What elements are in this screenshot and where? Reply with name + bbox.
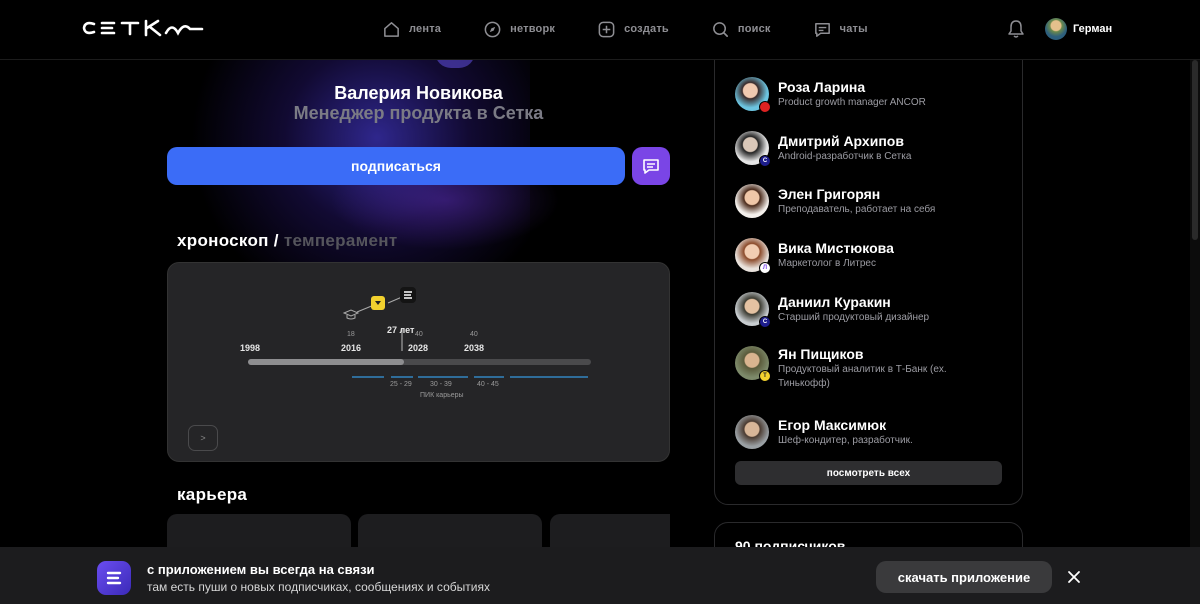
nav-search-label: поиск	[737, 23, 771, 35]
company-badge-icon	[759, 101, 771, 113]
person-item[interactable]: С Дмитрий Архипов Android-разработчик в …	[735, 131, 1005, 167]
user-avatar	[1045, 18, 1067, 40]
chronoscope-next-button[interactable]: >	[188, 425, 218, 451]
download-app-button[interactable]: скачать приложение	[876, 561, 1052, 593]
person-avatar: С	[735, 131, 771, 167]
connector-line	[387, 296, 403, 304]
see-all-button[interactable]: посмотреть всех	[735, 461, 1002, 485]
nav-network-label: нетворк	[510, 23, 556, 35]
person-item[interactable]: Егор Максимюк Шеф-кондитер, разработчик.	[735, 415, 1005, 449]
range-label: 40 - 45	[477, 381, 499, 388]
app-icon	[97, 561, 131, 595]
current-age-label: 27 лет	[387, 325, 415, 335]
recommended-people-panel: Роза Ларина Product growth manager ANCOR…	[714, 45, 1023, 505]
top-bar: лента нетворк создать поиск чаты Герман	[0, 0, 1200, 60]
bell-icon[interactable]	[1007, 19, 1025, 39]
person-description-continued: Тинькофф)	[778, 378, 830, 389]
nav-search[interactable]: поиск	[711, 18, 771, 40]
app-promo-banner: с приложением вы всегда на связи там ест…	[0, 547, 1200, 604]
age-label: 40	[415, 331, 423, 338]
chronoscope-title-tab[interactable]: темперамент	[284, 231, 398, 250]
profile-role: Менеджер продукта в Сетка	[293, 103, 544, 123]
person-description: Преподаватель, работает на себя	[778, 203, 936, 215]
nav-network[interactable]: нетворк	[483, 18, 555, 40]
page-scrollbar[interactable]	[1190, 60, 1200, 604]
scrollbar-thumb[interactable]	[1192, 60, 1198, 240]
nav-feed[interactable]: лента	[382, 18, 441, 40]
person-name: Ян Пищиков	[778, 346, 864, 362]
person-name: Дмитрий Архипов	[778, 132, 904, 149]
age-label: 18	[347, 331, 355, 338]
graduation-cap-icon	[342, 309, 360, 320]
career-title: карьера	[177, 485, 248, 504]
banner-title: с приложением вы всегда на связи	[147, 562, 375, 577]
timeline-graphic	[248, 287, 591, 378]
person-description: Android-разработчик в Сетка	[778, 150, 912, 162]
nav-create[interactable]: создать	[597, 18, 669, 40]
person-description: Шеф-кондитер, разработчик.	[778, 434, 913, 446]
range-label: 30 - 39	[430, 381, 452, 388]
main-nav: лента нетворк создать поиск чаты	[382, 18, 910, 40]
person-item[interactable]: С Даниил Куракин Старший продуктовый диз…	[735, 292, 1005, 328]
person-description: Product growth manager ANCOR	[778, 96, 926, 108]
person-description: Продуктовый аналитик в Т-Банк (ex.	[778, 364, 947, 375]
year-label: 2016	[341, 343, 362, 353]
setka-app-icon	[106, 571, 122, 585]
person-avatar	[735, 415, 769, 449]
person-name: Даниил Куракин	[778, 293, 891, 310]
message-icon	[643, 159, 659, 174]
chronoscope-card: 1998 2016 2028 2038 18 40 40 27 лет 25 -…	[167, 262, 670, 462]
person-avatar	[735, 77, 771, 113]
person-avatar: Л	[735, 238, 771, 274]
subscribe-button[interactable]: подписаться	[167, 147, 625, 185]
company-badge-icon: Л	[759, 262, 771, 274]
peak-label: ПИК карьеры	[420, 392, 464, 399]
chronoscope-title-main: хроноскоп /	[177, 231, 279, 250]
range-label: 25 - 29	[390, 381, 412, 388]
person-name: Вика Мистюкова	[778, 239, 894, 256]
year-label: 2038	[464, 343, 485, 353]
year-label: 1998	[240, 343, 261, 353]
nav-feed-label: лента	[409, 23, 442, 35]
person-avatar: Т	[735, 346, 771, 382]
banner-subtitle: там есть пуши о новых подписчиках, сообщ…	[147, 580, 490, 594]
person-item[interactable]: Л Вика Мистюкова Маркетолог в Литрес	[735, 238, 1005, 274]
setka-logo[interactable]	[80, 17, 206, 39]
close-icon[interactable]	[1066, 569, 1082, 585]
chronoscope-title: хроноскоп / темперамент	[177, 231, 397, 251]
profile-name: Валерия Новикова	[334, 83, 503, 103]
person-item[interactable]: Т Ян Пищиков Продуктовый аналитик в Т-Ба…	[735, 346, 1005, 391]
chat-icon	[814, 22, 830, 37]
person-item[interactable]: Роза Ларина Product growth manager ANCOR	[735, 77, 1005, 113]
compass-icon	[484, 21, 501, 37]
age-label: 40	[470, 331, 478, 338]
person-item[interactable]: Элен Григорян Преподаватель, работает на…	[735, 184, 1005, 218]
person-name: Егор Максимюк	[778, 416, 887, 433]
person-description: Маркетолог в Литрес	[778, 257, 876, 269]
company-badge-icon: С	[759, 316, 771, 328]
plus-square-icon	[598, 21, 615, 37]
nav-chats[interactable]: чаты	[813, 18, 868, 40]
person-name: Роза Ларина	[778, 78, 866, 95]
search-icon	[712, 21, 728, 37]
person-name: Элен Григорян	[778, 185, 881, 202]
nav-create-label: создать	[624, 23, 669, 35]
company-badge-icon: С	[759, 155, 771, 167]
company-badge-icon: Т	[759, 370, 771, 382]
user-menu[interactable]: Герман	[1045, 18, 1112, 40]
home-icon	[384, 21, 399, 37]
user-name: Герман	[1073, 23, 1113, 35]
person-avatar: С	[735, 292, 771, 328]
message-button[interactable]	[632, 147, 670, 185]
year-label: 2028	[408, 343, 429, 353]
person-description: Старший продуктовый дизайнер	[778, 311, 930, 323]
person-avatar	[735, 184, 769, 218]
nav-chats-label: чаты	[839, 23, 868, 35]
